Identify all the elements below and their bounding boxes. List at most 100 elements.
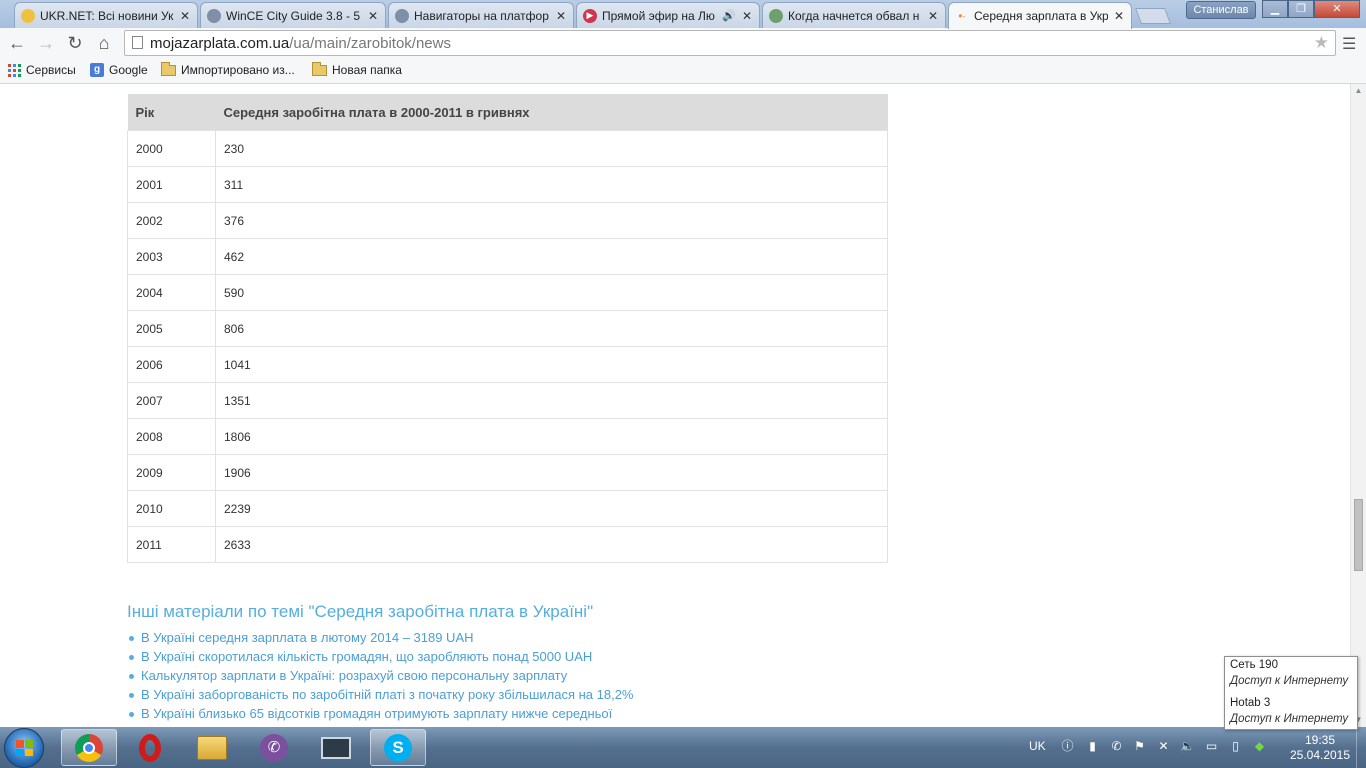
taskbar-chrome[interactable] (61, 729, 117, 766)
close-tab-icon[interactable]: ✕ (927, 9, 939, 23)
signal-tray-icon[interactable]: ▮ (1085, 739, 1100, 754)
scroll-up-icon[interactable]: ▲ (1351, 84, 1366, 98)
tab-navigators[interactable]: Навигаторы на платфор ✕ (388, 2, 574, 28)
forward-button[interactable]: → (35, 32, 57, 54)
taskbar-viber[interactable]: ✆ (246, 729, 302, 766)
year-cell: 2007 (127, 382, 216, 419)
column-header-salary: Середня заробітна плата в 2000-2011 в гр… (215, 94, 888, 131)
bookmark-label: Сервисы (26, 63, 76, 77)
play-favicon-icon: ▶ (583, 8, 597, 23)
start-button[interactable] (4, 728, 44, 768)
year-cell: 2002 (127, 202, 216, 239)
site-favicon-icon (769, 8, 783, 23)
tab-title: Прямой эфир на Лю (602, 8, 715, 23)
volume-icon[interactable]: 🔈 (1180, 739, 1195, 754)
year-cell: 2000 (127, 130, 216, 167)
related-link[interactable]: В Україні середня зарплата в лютому 2014… (128, 630, 633, 649)
close-tab-icon[interactable]: ✕ (1113, 9, 1125, 23)
network-name: Сеть 190 (1230, 659, 1278, 671)
bookmark-services[interactable]: Сервисы (8, 63, 76, 77)
action-center-flag-icon[interactable]: ⚑ (1132, 739, 1147, 754)
ukrnet-favicon-icon (21, 8, 35, 23)
new-tab-button[interactable] (1135, 8, 1171, 24)
salary-cell: 1041 (215, 346, 888, 383)
chrome-icon (75, 733, 103, 762)
related-link[interactable]: Калькулятор зарплати в Україні: розрахуй… (128, 668, 633, 687)
show-desktop-button[interactable] (1356, 727, 1366, 768)
tab-salary-active[interactable]: •∙ Середня зарплата в Укр ✕ (948, 2, 1132, 29)
table-row: 2006 1041 (127, 346, 888, 383)
salary-cell: 1906 (215, 454, 888, 491)
bookmark-label: Google (109, 63, 148, 77)
viber-tray-icon[interactable]: ✆ (1109, 739, 1124, 754)
bookmarks-bar: Сервисы g Google Импортировано из... Нов… (0, 58, 1366, 84)
chrome-menu-icon[interactable]: ☰ (1342, 34, 1356, 54)
home-button[interactable]: ⌂ (93, 32, 115, 54)
table-row: 2004 590 (127, 274, 888, 311)
url-path: /ua/main/zarobitok/news (289, 35, 451, 52)
network-status: Доступ к Интернету (1230, 713, 1349, 725)
taskbar-monitor-app[interactable] (308, 729, 364, 766)
year-cell: 2011 (127, 526, 216, 563)
year-cell: 2010 (127, 490, 216, 527)
address-bar[interactable]: mojazarplata.com.ua/ua/main/zarobitok/ne… (124, 30, 1336, 56)
close-tab-icon[interactable]: ✕ (179, 9, 191, 23)
language-indicator[interactable]: UK (1029, 739, 1046, 753)
close-tab-icon[interactable]: ✕ (367, 9, 379, 23)
related-link[interactable]: В Україні скоротилася кількість громадян… (128, 649, 633, 668)
salary-cell: 806 (215, 310, 888, 347)
url-text[interactable]: mojazarplata.com.ua/ua/main/zarobitok/ne… (150, 35, 451, 52)
year-cell: 2003 (127, 238, 216, 275)
year-cell: 2005 (127, 310, 216, 347)
profile-button[interactable]: Станислав (1186, 1, 1256, 19)
close-tab-icon[interactable]: ✕ (741, 9, 753, 23)
back-button[interactable]: ← (6, 32, 28, 54)
forum-favicon-icon (395, 8, 409, 23)
tab-live-stream[interactable]: ▶ Прямой эфир на Лю 🔊 ✕ (576, 2, 760, 28)
tab-title: UKR.NET: Всі новини Укр (40, 8, 174, 23)
table-row: 2001 311 (127, 166, 888, 203)
tab-wince-guide[interactable]: WinCE City Guide 3.8 - 5 ✕ (200, 2, 386, 28)
tab-strip: UKR.NET: Всі новини Укр ✕ WinCE City Gui… (0, 0, 1366, 29)
bookmark-new-folder[interactable]: Новая папка (312, 61, 402, 77)
table-row: 2000 230 (127, 130, 888, 167)
related-materials-list: В Україні середня зарплата в лютому 2014… (127, 630, 633, 725)
table-row: 2002 376 (127, 202, 888, 239)
network-disconnected-icon[interactable]: ✕ (1156, 739, 1171, 754)
table-header-row: Рік Середня заробітна плата в 2000-2011 … (127, 94, 888, 131)
bookmark-imported-folder[interactable]: Импортировано из... (161, 61, 295, 77)
maximize-button[interactable]: ❐ (1288, 0, 1314, 18)
taskbar-skype[interactable]: S (370, 729, 426, 766)
windows-logo-icon (16, 740, 33, 756)
tab-crash[interactable]: Когда начнется обвал н ✕ (762, 2, 946, 28)
vertical-scrollbar[interactable]: ▲ ▼ (1350, 84, 1366, 727)
device-tray-icon[interactable]: ▭ (1204, 739, 1219, 754)
bookmark-star-icon[interactable]: ★ (1314, 33, 1329, 53)
close-tab-icon[interactable]: ✕ (555, 9, 567, 23)
taskbar-opera[interactable] (122, 729, 178, 766)
forum-favicon-icon (207, 8, 221, 23)
explorer-folder-icon (197, 735, 227, 760)
system-clock[interactable]: 19:35 25.04.2015 (1288, 733, 1352, 763)
year-cell: 2004 (127, 274, 216, 311)
info-tray-icon[interactable]: ⓘ (1060, 739, 1075, 754)
close-window-button[interactable]: ✕ (1314, 0, 1360, 18)
related-link[interactable]: В Україні заборгованість по заробітній п… (128, 687, 633, 706)
bookmark-label: Импортировано из... (181, 63, 295, 77)
taskbar-explorer[interactable] (184, 729, 240, 766)
green-app-tray-icon[interactable]: ◆ (1252, 739, 1267, 754)
salary-cell: 462 (215, 238, 888, 275)
related-link[interactable]: В Україні близько 65 відсотків громадян … (128, 706, 633, 725)
tab-ukrnet[interactable]: UKR.NET: Всі новини Укр ✕ (14, 2, 198, 28)
usb-tray-icon[interactable]: ▯ (1228, 739, 1243, 754)
salary-cell: 2239 (215, 490, 888, 527)
network-status-popup: Сеть 190 Доступ к Интернету Hotab 3 Дост… (1224, 656, 1358, 730)
scrollbar-thumb[interactable] (1354, 499, 1363, 571)
minimize-button[interactable]: ▁ (1262, 0, 1288, 18)
viber-icon: ✆ (260, 733, 288, 762)
loading-favicon-icon: •∙ (958, 9, 966, 23)
clock-time: 19:35 (1304, 733, 1336, 747)
url-domain: mojazarplata.com.ua (150, 35, 290, 52)
reload-button[interactable]: ↻ (64, 32, 86, 54)
bookmark-google[interactable]: g Google (90, 63, 148, 77)
